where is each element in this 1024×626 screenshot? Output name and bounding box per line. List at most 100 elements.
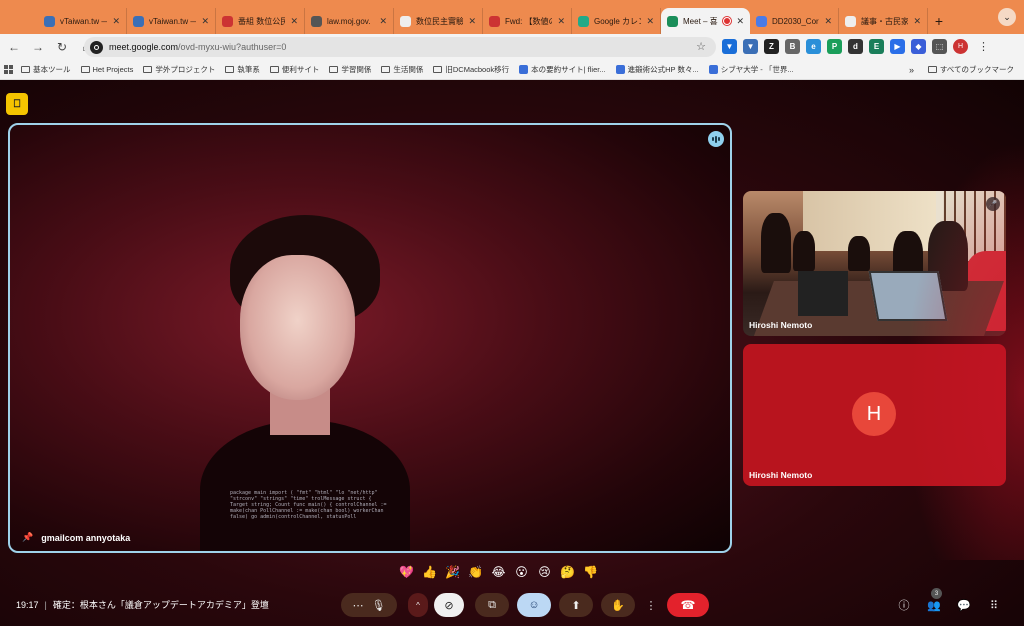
bookmark-item[interactable]: 基本ツール <box>21 64 71 75</box>
reaction-emoji-button[interactable]: 💖 <box>398 563 415 580</box>
meeting-info-icon[interactable]: ⎕ <box>6 93 28 115</box>
extension-icon[interactable]: d <box>848 39 863 54</box>
close-tab-icon[interactable]: ✕ <box>112 16 120 27</box>
tab-favicon-icon <box>756 15 767 27</box>
reaction-emoji-button[interactable]: 👏 <box>467 563 484 580</box>
folder-icon <box>433 66 443 73</box>
reaction-emoji-button[interactable]: 🎉 <box>444 563 461 580</box>
extension-icon[interactable]: P <box>827 39 842 54</box>
browser-tab[interactable]: Meet – 喜 ✕ <box>661 8 750 34</box>
close-tab-icon[interactable]: ✕ <box>736 16 744 27</box>
activities-button[interactable]: ⠿ <box>986 597 1002 613</box>
side-video-tile[interactable]: 🎤 Hiroshi Nemoto <box>743 191 1006 336</box>
bookmark-item[interactable]: 便利サイト <box>269 64 320 75</box>
tab-title: 議事・古民家の <box>861 16 909 26</box>
extensions-bar: ▼ ▼ Z Be Pd E ▶ ◆ ⬚ H ⋮ <box>722 39 989 54</box>
forward-icon[interactable]: → <box>28 37 48 57</box>
grid-icon: ⠿ <box>989 599 999 612</box>
people-count-badge: 3 <box>931 588 942 599</box>
camera-off-button[interactable]: ⊘ <box>434 593 464 617</box>
main-video-tile[interactable]: package main import ( "fmt" "html" "lo "… <box>8 123 732 553</box>
browser-tab[interactable]: 番組 数位公民悪 ✕ <box>216 8 305 34</box>
hang-up-icon: ☎ <box>680 598 696 612</box>
browser-tab[interactable]: DD2030_Cor ✕ <box>750 8 839 34</box>
close-tab-icon[interactable]: ✕ <box>468 16 476 27</box>
present-button[interactable]: ⬆ <box>559 593 593 617</box>
reaction-emoji-button[interactable]: 👍 <box>421 563 438 580</box>
reload-icon[interactable]: ↻ <box>52 37 72 57</box>
browser-tab[interactable]: vTaiwan.tw — l ✕ <box>38 8 127 34</box>
browser-tab[interactable]: 議事・古民家の ✕ <box>839 8 928 34</box>
address-bar[interactable]: meet.google.com/ovd-myxu-wiu?authuser=0 … <box>84 37 716 57</box>
extension-icon[interactable]: ◆ <box>911 39 926 54</box>
meeting-details-button[interactable]: ⓘ <box>896 597 912 613</box>
extension-icon[interactable]: Z <box>764 39 779 54</box>
extension-icon[interactable]: ⬚ <box>932 39 947 54</box>
site-info-icon[interactable] <box>90 40 103 54</box>
more-options-icon[interactable]: ⋯ <box>353 599 364 612</box>
bookmark-item[interactable]: 本の要約サイト| flier... <box>519 64 606 75</box>
close-tab-icon[interactable]: ✕ <box>290 16 298 27</box>
people-icon: 👥 <box>927 599 941 612</box>
side-participant-name: Hiroshi Nemoto <box>749 470 813 480</box>
avatar: H <box>852 392 896 436</box>
tab-title: Google カレン <box>594 16 642 26</box>
hand-icon: ✋ <box>611 599 625 612</box>
reaction-emoji-button[interactable]: 🤔 <box>559 563 576 580</box>
mic-off-icon: 🎤 <box>986 197 1000 211</box>
profile-avatar[interactable]: H <box>953 39 968 54</box>
bookmark-item[interactable]: 学外プロジェクト <box>143 64 215 75</box>
browser-tab[interactable]: Fwd: 【数値の ✕ <box>483 8 572 34</box>
bookmark-item[interactable]: Het Projects <box>80 65 133 74</box>
bookmark-star-icon[interactable]: ☆ <box>696 40 706 53</box>
bookmark-item[interactable]: シブヤ大学 - 「世界... <box>708 64 794 75</box>
camera-options-arrow[interactable]: ^ <box>408 593 428 617</box>
reaction-emoji-button[interactable]: 😮 <box>513 563 530 580</box>
raise-hand-button[interactable]: ✋ <box>601 593 635 617</box>
bookmark-label: 便利サイト <box>281 65 320 74</box>
close-tab-icon[interactable]: ✕ <box>201 16 209 27</box>
close-tab-icon[interactable]: ✕ <box>646 16 654 27</box>
extension-icon[interactable]: ▼ <box>722 39 737 54</box>
back-icon[interactable]: ← <box>4 37 24 57</box>
speaking-indicator-icon <box>708 131 724 147</box>
new-tab-button[interactable]: + <box>928 8 950 34</box>
browser-menu-icon[interactable]: ⋮ <box>978 40 989 53</box>
close-tab-icon[interactable]: ✕ <box>913 16 921 27</box>
extension-icon[interactable]: E <box>869 39 884 54</box>
extension-icon[interactable]: e <box>806 39 821 54</box>
close-tab-icon[interactable]: ✕ <box>824 16 832 27</box>
mic-button[interactable]: ⋯ 🎙 <box>341 593 397 617</box>
extension-icon[interactable]: ▼ <box>743 39 758 54</box>
tab-favicon-icon <box>311 15 322 27</box>
side-avatar-tile[interactable]: H Hiroshi Nemoto <box>743 344 1006 486</box>
captions-button[interactable]: ⧉ <box>475 593 509 617</box>
people-button[interactable]: 3 👥 <box>926 588 942 613</box>
reaction-emoji-button[interactable]: 😂 <box>490 563 507 580</box>
bookmark-item[interactable]: 学習関係 <box>329 64 371 75</box>
bookmark-label: 生活関係 <box>393 65 424 74</box>
all-bookmarks-button[interactable]: すべてのブックマーク <box>927 64 1014 75</box>
browser-tab[interactable]: law.moj.gov. ✕ <box>305 8 394 34</box>
reaction-emoji-button[interactable]: 😢 <box>536 563 553 580</box>
extension-icon[interactable]: B <box>785 39 800 54</box>
bookmark-item[interactable]: 生活関係 <box>381 64 423 75</box>
browser-tab[interactable]: 数位民主實驗午 ✕ <box>394 8 483 34</box>
apps-grid-icon[interactable] <box>4 65 13 74</box>
close-tab-icon[interactable]: ✕ <box>379 16 387 27</box>
bookmark-item[interactable]: 執筆系 <box>225 64 260 75</box>
bookmarks-more-button[interactable]: » <box>909 65 914 75</box>
extension-icon[interactable]: ▶ <box>890 39 905 54</box>
pin-icon[interactable]: 📌 <box>22 532 33 543</box>
chat-button[interactable]: 💬 <box>956 597 972 613</box>
leave-call-button[interactable]: ☎ <box>667 593 709 617</box>
bookmark-item[interactable]: 旧DCMacbook移行 <box>433 64 509 75</box>
tab-search-icon[interactable]: ⌄ <box>998 8 1016 26</box>
more-options-button[interactable]: ⋮ <box>643 593 659 617</box>
bookmark-item[interactable]: 進鍛術公式HP 数々... <box>615 64 699 75</box>
browser-tab[interactable]: Google カレン ✕ <box>572 8 661 34</box>
emoji-button[interactable]: ☺ <box>517 593 551 617</box>
close-tab-icon[interactable]: ✕ <box>557 16 565 27</box>
browser-tab[interactable]: vTaiwan.tw — ✕ <box>127 8 216 34</box>
reaction-emoji-button[interactable]: 👎 <box>582 563 599 580</box>
